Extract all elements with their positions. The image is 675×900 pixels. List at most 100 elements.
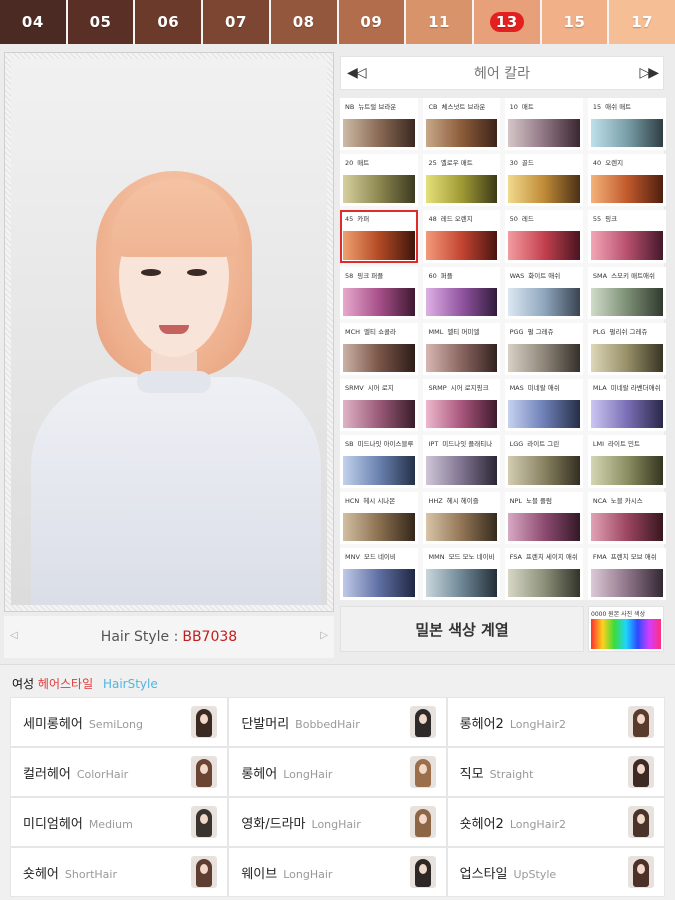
swatch-name: 레드 [521, 215, 534, 224]
color-swatch-30[interactable]: 30 골드 [504, 154, 583, 207]
color-swatch-fsa[interactable]: FSA 프렌치 세이지 애쉬 [504, 547, 583, 600]
color-swatch-mla[interactable]: MLA 미네랄 라벤더애쉬 [587, 379, 666, 432]
color-swatch-45[interactable]: 45 카퍼 [340, 210, 419, 263]
swatch-gradient [507, 119, 580, 148]
left-eye [141, 269, 161, 276]
mouth [159, 325, 189, 334]
category-item[interactable]: 숏헤어 ShortHair [10, 847, 229, 897]
tab-level-15[interactable]: 15 [541, 0, 608, 44]
swatch-name: 헤시 헤이즐 [446, 496, 479, 505]
swatch-label: CB 체스넛트 브라운 [426, 101, 496, 119]
color-swatch-25[interactable]: 25 옐로우 매트 [423, 154, 500, 207]
category-item[interactable]: 세미롱헤어 SemiLong [10, 697, 229, 747]
tab-level-08[interactable]: 08 [270, 0, 337, 44]
color-swatch-lgg[interactable]: LGG 라이트 그린 [504, 435, 583, 488]
category-item[interactable]: 업스타일 UpStyle [446, 847, 665, 897]
color-swatch-plg[interactable]: PLG 펄리쉬 그레쥬 [587, 322, 666, 376]
color-swatch-was[interactable]: WAS 화이트 애쉬 [504, 266, 583, 319]
color-swatch-ipt[interactable]: IPT 미드나잇 플래티나 [423, 435, 500, 488]
tab-label: 08 [292, 13, 315, 31]
rainbow-strip [591, 619, 661, 649]
category-item[interactable]: 직모 Straight [446, 747, 665, 797]
hair-style-bar: ◁ Hair Style : BB7038 ▷ [4, 616, 334, 658]
color-swatch-pgg[interactable]: PGG 펄 그레쥬 [504, 322, 583, 376]
category-korean: 영화/드라마 [241, 816, 306, 832]
color-swatch-srmp[interactable]: SRMP 시어 로지핑크 [423, 379, 500, 432]
color-swatch-50[interactable]: 50 레드 [504, 210, 583, 263]
swatch-gradient [426, 568, 497, 597]
color-swatch-npl[interactable]: NPL 노블 플럼 [504, 491, 583, 544]
tab-level-13[interactable]: 13 [473, 0, 540, 44]
swatch-label: WAS 화이트 애쉬 [508, 270, 580, 288]
color-swatch-nb[interactable]: NB 뉴트럴 브라운 [340, 98, 419, 151]
swatch-gradient [507, 512, 580, 541]
title-part-hairstyle: 헤어스타일 [37, 677, 94, 691]
tab-label: 15 [563, 13, 586, 31]
swatch-gradient [590, 287, 663, 316]
color-swatch-lmi[interactable]: LMI 라이트 민트 [587, 435, 666, 488]
category-item[interactable]: 롱헤어 LongHair [228, 747, 447, 797]
color-swatch-mch[interactable]: MCH 멜티 쇼콜라 [340, 322, 419, 376]
swatch-label: MNV 모드 네이비 [343, 551, 415, 569]
color-swatch-10[interactable]: 10 매트 [504, 98, 583, 151]
color-swatch-20[interactable]: 20 매트 [340, 154, 419, 207]
swatch-gradient [426, 231, 497, 260]
color-swatch-nca[interactable]: NCA 노블 카시스 [587, 491, 666, 544]
color-swatch-hhz[interactable]: HHZ 헤시 헤이즐 [423, 491, 500, 544]
color-swatch-mas[interactable]: MAS 미네랄 애쉬 [504, 379, 583, 432]
swatch-gradient [343, 512, 416, 541]
hairstyle-section: 여성 헤어스타일 HairStyle 세미롱헤어 SemiLong 단발머리 Bobb… [0, 664, 675, 900]
tab-level-05[interactable]: 05 [67, 0, 134, 44]
category-item[interactable]: 컬러헤어 ColorHair [10, 747, 229, 797]
color-swatch-sb[interactable]: SB 미드나잇 아이스블루 [340, 435, 419, 488]
prev-icon[interactable]: ◀◁ [347, 65, 366, 81]
category-item[interactable]: 숏헤어2 LongHair2 [446, 797, 665, 847]
tab-level-04[interactable]: 04 [0, 0, 66, 44]
tab-level-09[interactable]: 09 [338, 0, 405, 44]
color-swatch-58[interactable]: 58 핑크 퍼플 [340, 266, 419, 319]
color-swatch-srmv[interactable]: SRMV 시어 로지 [340, 379, 419, 432]
color-swatch-48[interactable]: 48 레드 오렌지 [423, 210, 500, 263]
category-item[interactable]: 미디엄헤어 Medium [10, 797, 229, 847]
category-thumbnail [627, 756, 654, 788]
scroll-right-icon[interactable]: ▷ [320, 630, 328, 641]
swatch-code: FMA [592, 552, 607, 561]
color-swatch-40[interactable]: 40 오렌지 [587, 154, 666, 207]
swatch-label: 45 카퍼 [343, 213, 415, 231]
category-item[interactable]: 롱헤어2 LongHair2 [446, 697, 665, 747]
tab-level-06[interactable]: 06 [135, 0, 202, 44]
color-swatch-fma[interactable]: FMA 프렌치 모브 애쉬 [587, 547, 666, 600]
swatch-code: 45 [345, 215, 354, 224]
color-swatch-mmn[interactable]: MMN 모드 모노 네이비 [423, 547, 500, 600]
next-icon[interactable]: ▷▶ [639, 65, 658, 81]
category-item[interactable]: 단발머리 BobbedHair [228, 697, 447, 747]
swatch-gradient [426, 175, 497, 204]
swatch-code: 55 [592, 215, 602, 224]
swatch-code: 20 [345, 159, 354, 168]
color-swatch-sma[interactable]: SMA 스모키 매트애쉬 [587, 266, 666, 319]
color-swatch-mnv[interactable]: MNV 모드 네이비 [340, 547, 419, 600]
category-item[interactable]: 웨이브 LongHair [228, 847, 447, 897]
swatch-code: HCN [345, 496, 360, 505]
category-item[interactable]: 영화/드라마 LongHair [228, 797, 447, 847]
color-swatch-55[interactable]: 55 핑크 [587, 210, 666, 263]
color-swatch-cb[interactable]: CB 체스넛트 브라운 [423, 98, 500, 151]
color-swatch-15[interactable]: 15 애쉬 매트 [587, 98, 666, 151]
swatch-name: 핑크 [605, 215, 618, 224]
swatch-label: PLG 펄리쉬 그레쥬 [591, 326, 663, 344]
swatch-code: MML [428, 327, 444, 336]
category-label: 웨이브 LongHair [241, 863, 332, 882]
tab-level-17[interactable]: 17 [609, 0, 675, 44]
color-swatch-hcn[interactable]: HCN 헤시 시나몬 [340, 491, 419, 544]
tab-level-07[interactable]: 07 [203, 0, 269, 44]
swatch-name: 레드 오렌지 [440, 215, 473, 224]
milbon-series-button[interactable]: 밀본 색상 계열 [340, 606, 584, 652]
level-tabs: 04 05 06 07 08 09 11 13 15 17 [0, 0, 675, 44]
original-color-button[interactable]: 0000 원본 사진 색상 [588, 606, 664, 652]
color-swatch-60[interactable]: 60 퍼플 [423, 266, 500, 319]
swatch-gradient [507, 568, 580, 597]
swatch-name: 카퍼 [357, 215, 370, 224]
scroll-left-icon[interactable]: ◁ [10, 630, 18, 641]
tab-level-11[interactable]: 11 [406, 0, 472, 44]
color-swatch-mml[interactable]: MML 멜티 머미엘 [423, 322, 500, 376]
